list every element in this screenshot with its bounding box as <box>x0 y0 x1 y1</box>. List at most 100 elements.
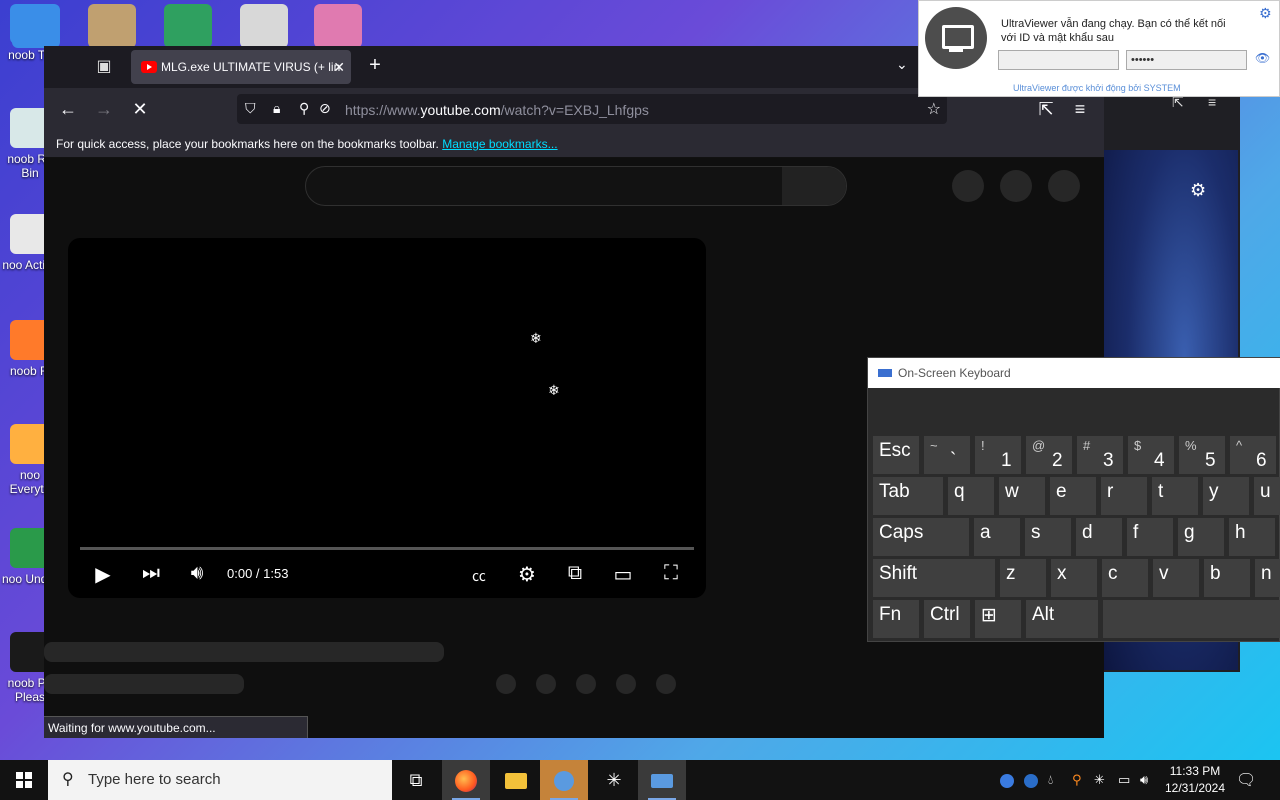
keyboard-key[interactable]: $4 <box>1128 436 1174 474</box>
url-text[interactable]: https://www.youtube.com/watch?v=EXBJ_Lhf… <box>345 102 649 118</box>
new-tab-button[interactable]: + <box>364 54 386 77</box>
clock[interactable]: 11:33 PM 12/31/2024 <box>1160 763 1230 797</box>
keyboard-key[interactable]: z <box>1000 559 1046 597</box>
keyboard-key[interactable]: ~ ` <box>924 436 970 474</box>
keyboard-key[interactable]: f <box>1127 518 1173 556</box>
keyboard-key[interactable]: #3 <box>1077 436 1123 474</box>
keyboard-key[interactable]: c <box>1102 559 1148 597</box>
notification-icon[interactable]: 🗨︎ <box>1236 770 1256 790</box>
avatar-placeholder[interactable] <box>1000 170 1032 202</box>
keyboard-key[interactable]: Fn <box>873 600 919 638</box>
volume-icon[interactable]: 🔊︎ <box>182 562 212 585</box>
avatar-placeholder[interactable] <box>952 170 984 202</box>
tray-app-icon[interactable] <box>1000 760 1014 800</box>
keyboard-key[interactable]: x <box>1051 559 1097 597</box>
keyboard-key[interactable]: g <box>1178 518 1224 556</box>
keyboard-key[interactable]: b <box>1204 559 1250 597</box>
keyboard-key[interactable]: w <box>999 477 1045 515</box>
stop-icon[interactable]: ✕ <box>128 98 152 120</box>
url-bar[interactable]: ⛉ 🔒︎ ⚲ ⊘ https://www.youtube.com/watch?v… <box>237 94 947 124</box>
volume-icon[interactable]: 🔊︎ <box>1140 760 1148 800</box>
on-screen-keyboard-icon[interactable] <box>638 760 686 800</box>
next-icon[interactable]: ⏭ <box>136 562 166 585</box>
ultraviewer-password-field[interactable]: •••••• <box>1126 50 1247 70</box>
back-icon[interactable]: ← <box>56 98 80 120</box>
keyboard-key[interactable]: y <box>1203 477 1249 515</box>
desktop-icon-top-4[interactable] <box>240 4 288 48</box>
network-icon[interactable]: ▭ <box>1118 760 1130 800</box>
tab-youtube[interactable]: MLG.exe ULTIMATE VIRUS (+ lin ✕ <box>131 50 351 84</box>
on-screen-keyboard[interactable]: On-Screen Keyboard Esc ~ `! 1 @2 #3 $4% 5 ^ 6 Tab q… <box>867 357 1280 642</box>
desktop-icon-top-2[interactable] <box>88 4 136 48</box>
close-tab-icon[interactable]: ✕ <box>333 50 345 84</box>
task-view-icon[interactable]: ⧉ <box>392 760 440 800</box>
eye-icon[interactable]: 👁︎ <box>1255 51 1270 65</box>
keyboard-key[interactable]: ! 1 <box>975 436 1021 474</box>
keyboard-key[interactable]: ^ 6 <box>1230 436 1276 474</box>
keyboard-key[interactable]: d <box>1076 518 1122 556</box>
keyboard-key[interactable]: u <box>1254 477 1280 515</box>
keyboard-key[interactable] <box>1103 600 1280 638</box>
play-icon[interactable]: ▶ <box>88 562 118 587</box>
keyboard-key[interactable]: Caps <box>873 518 969 556</box>
keyboard-key[interactable]: Tab <box>873 477 943 515</box>
tray-app-icon[interactable] <box>1024 760 1038 800</box>
desktop-icon-top-1[interactable] <box>12 4 60 48</box>
desktop-icon-top-5[interactable] <box>314 4 362 48</box>
gear-icon[interactable]: ⚙ <box>1259 5 1272 22</box>
keyboard-key[interactable]: v <box>1153 559 1199 597</box>
keyboard-key[interactable]: q <box>948 477 994 515</box>
youtube-search-button[interactable] <box>782 167 846 205</box>
firefox-icon[interactable] <box>442 760 490 800</box>
taskbar-search-input[interactable]: ⚲ Type here to search <box>48 760 392 800</box>
keyboard-key[interactable]: h <box>1229 518 1275 556</box>
tracking-icon[interactable]: ⊘ <box>319 100 331 117</box>
search-tray-icon[interactable]: ⚲ <box>1072 760 1082 800</box>
file-explorer-icon[interactable] <box>492 760 540 800</box>
keyboard-key[interactable]: s <box>1025 518 1071 556</box>
keyboard-key[interactable]: a <box>974 518 1020 556</box>
shield-icon[interactable]: ⛉ <box>245 100 256 117</box>
settings-gear-icon[interactable]: ⚙ <box>512 562 542 587</box>
keyboard-key[interactable]: e <box>1050 477 1096 515</box>
video-progress-bar[interactable] <box>80 547 694 550</box>
keyboard-key[interactable]: Shift <box>873 559 995 597</box>
keyboard-key[interactable]: n <box>1255 559 1280 597</box>
captions-icon[interactable]: ㏄ <box>464 566 494 586</box>
forward-icon[interactable]: → <box>92 98 116 120</box>
keyboard-key[interactable]: Esc <box>873 436 919 474</box>
youtube-search-input[interactable] <box>305 166 847 206</box>
app-icon[interactable] <box>540 760 588 800</box>
asterisk-app-icon[interactable]: ✳ <box>590 760 638 800</box>
keyboard-key[interactable]: @2 <box>1026 436 1072 474</box>
bookmark-star-icon[interactable]: ☆ <box>927 99 941 119</box>
miniplayer-icon[interactable]: ⧉ <box>560 562 590 585</box>
avatar-placeholder[interactable] <box>1048 170 1080 202</box>
video-player[interactable]: ❄ ❄ ▶ ⏭ 🔊︎ 0:00 / 1:53 ㏄ ⚙ ⧉ ▭ ⛶ <box>68 238 706 598</box>
keyboard-key[interactable]: ⊞ <box>975 600 1021 638</box>
key-label: 2 <box>1052 450 1063 471</box>
start-button[interactable] <box>0 760 48 800</box>
ultraviewer-notification[interactable]: UltraViewer vẫn đang chạy. Bạn có thể kế… <box>918 0 1280 97</box>
theater-mode-icon[interactable]: ▭ <box>608 562 638 587</box>
extensions-icon[interactable]: ⇱ <box>1034 98 1058 120</box>
fullscreen-icon[interactable]: ⛶ <box>656 562 686 585</box>
chevron-down-icon[interactable]: ⌄ <box>896 56 908 73</box>
drop-icon[interactable]: 💧︎ <box>1048 760 1053 800</box>
keyboard-key[interactable]: Alt <box>1026 600 1098 638</box>
desktop-icon-top-3[interactable] <box>164 4 212 48</box>
osk-title-bar[interactable]: On-Screen Keyboard <box>868 358 1280 388</box>
asterisk-tray-icon[interactable]: ✳ <box>1094 760 1105 800</box>
gear-icon[interactable]: ⚙ <box>1190 180 1206 201</box>
menu-icon[interactable]: ≡ <box>1068 98 1092 120</box>
tab-list-icon[interactable]: ▣ <box>92 56 116 78</box>
ultraviewer-id-field[interactable] <box>998 50 1119 70</box>
keyboard-key[interactable]: r <box>1101 477 1147 515</box>
lock-icon[interactable]: 🔒︎ <box>273 100 280 117</box>
permissions-icon[interactable]: ⚲ <box>299 100 309 117</box>
osk-title: On-Screen Keyboard <box>898 366 1011 380</box>
manage-bookmarks-link[interactable]: Manage bookmarks... <box>442 137 557 151</box>
keyboard-key[interactable]: % 5 <box>1179 436 1225 474</box>
keyboard-key[interactable]: Ctrl <box>924 600 970 638</box>
keyboard-key[interactable]: t <box>1152 477 1198 515</box>
